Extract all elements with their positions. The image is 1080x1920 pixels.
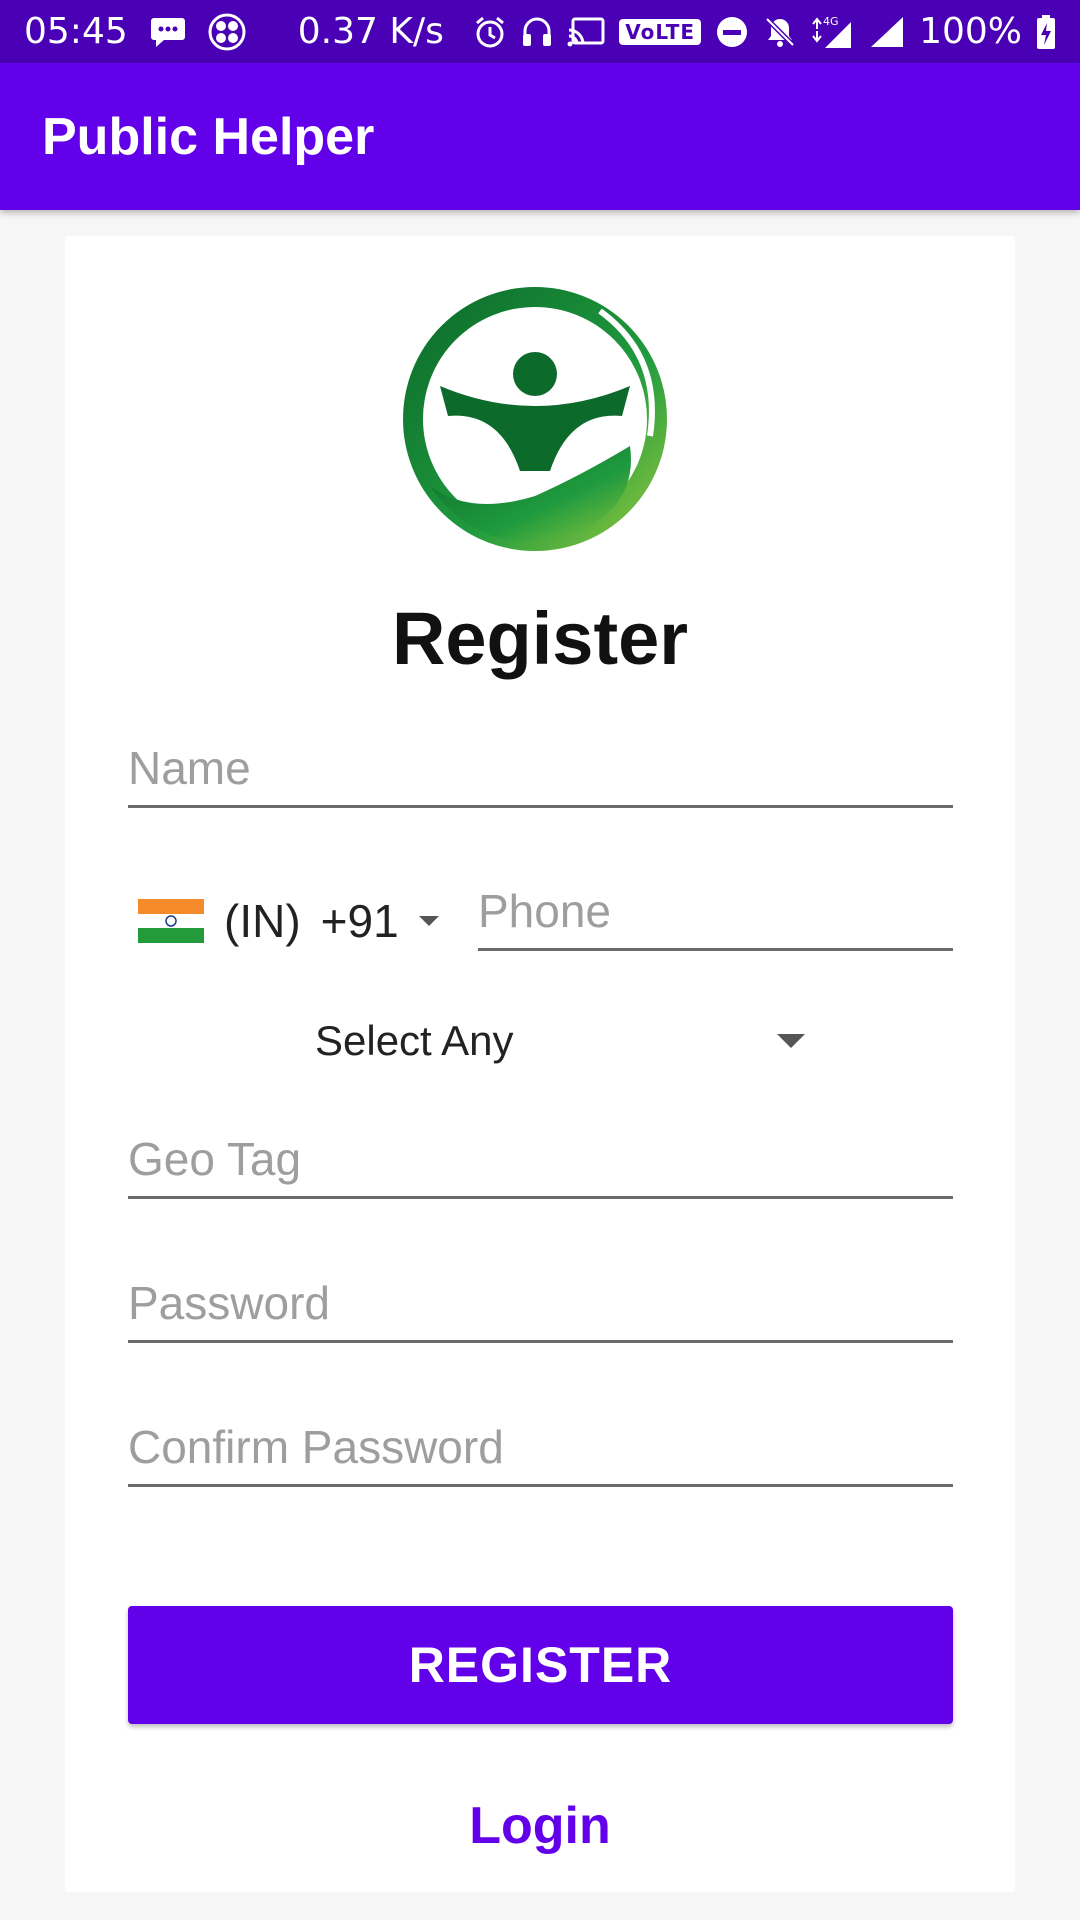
mobile-data-icon: 4G: [811, 14, 855, 50]
headset-icon: [521, 15, 553, 49]
signal-icon: [869, 15, 905, 49]
cast-icon: [567, 16, 605, 48]
app-logo: [400, 286, 680, 556]
dropdown-arrow-icon: [777, 1034, 805, 1048]
chevron-down-icon: [418, 916, 439, 926]
message-icon: [150, 16, 186, 48]
dnd-icon: [715, 15, 749, 49]
geotag-input[interactable]: [128, 1132, 953, 1196]
register-button[interactable]: REGISTER: [128, 1606, 953, 1724]
confirm-password-input[interactable]: [128, 1420, 953, 1484]
phone-field[interactable]: [478, 884, 953, 951]
register-heading: Register: [391, 597, 689, 680]
alarm-icon: [473, 15, 507, 49]
password-input[interactable]: [128, 1276, 953, 1340]
battery-percent: 100%: [919, 11, 1022, 52]
country-code-label: (IN): [224, 895, 301, 947]
india-flag-icon: [138, 899, 204, 944]
network-speed: 0.37 K/s: [297, 11, 444, 52]
app-title: Public Helper: [42, 107, 375, 166]
country-code-picker[interactable]: (IN) +91: [138, 881, 439, 961]
volte-icon: VoLTE: [619, 18, 702, 45]
dial-code-label: +91: [320, 895, 399, 947]
status-time: 05:45: [24, 11, 128, 52]
register-card: Register (IN) +91 Select Any REGISTER Lo…: [65, 236, 1015, 1892]
geotag-field[interactable]: [128, 1132, 953, 1199]
category-selected: Select Any: [315, 1017, 514, 1064]
name-input[interactable]: [128, 741, 953, 805]
category-spinner[interactable]: Select Any: [315, 1006, 805, 1076]
app-bar: Public Helper: [0, 63, 1080, 210]
svg-text:4G: 4G: [823, 15, 839, 28]
battery-charging-icon: [1036, 14, 1056, 50]
phone-input[interactable]: [478, 884, 953, 948]
name-field[interactable]: [128, 741, 953, 808]
confirm-password-field[interactable]: [128, 1420, 953, 1487]
password-field[interactable]: [128, 1276, 953, 1343]
status-bar: 05:45 0.37 K/s VoLTE 4G 100%: [0, 0, 1080, 63]
notifications-off-icon: [763, 15, 797, 49]
login-link[interactable]: Login: [65, 1796, 1015, 1856]
app-notification-icon: [208, 13, 246, 51]
